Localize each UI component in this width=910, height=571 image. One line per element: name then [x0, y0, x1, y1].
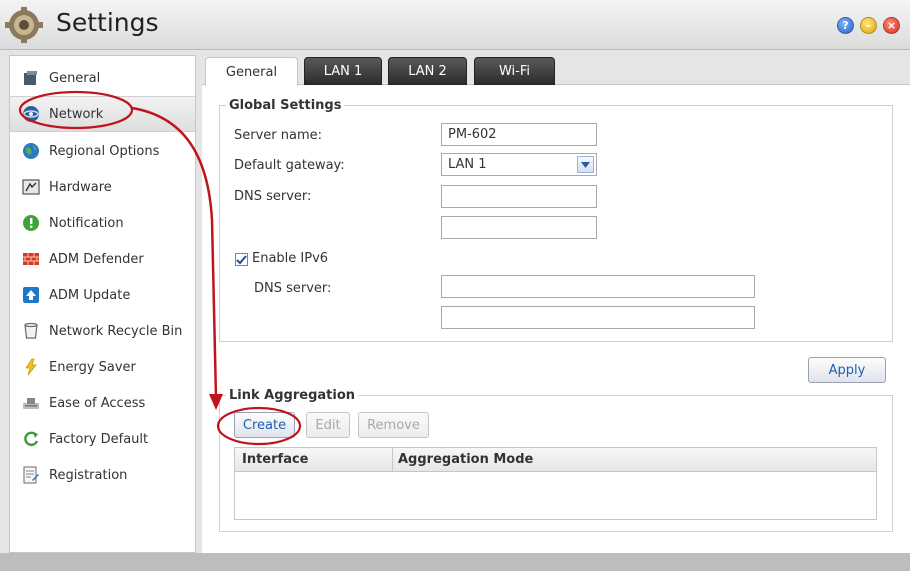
sidebar-item-label: ADM Update [49, 287, 131, 303]
window-title: Settings [56, 8, 159, 37]
hardware-icon [22, 178, 40, 196]
notification-icon [22, 214, 40, 232]
sidebar-item-adm-defender[interactable]: ADM Defender [10, 241, 195, 277]
column-header-aggregation-mode[interactable]: Aggregation Mode [398, 452, 533, 467]
help-icon[interactable]: ? [837, 17, 854, 34]
ipv6-dns-server-input-2[interactable] [441, 306, 755, 329]
sidebar-item-label: Energy Saver [49, 359, 136, 375]
sidebar-item-energy-saver[interactable]: Energy Saver [10, 349, 195, 385]
sidebar-item-label: Notification [49, 215, 124, 231]
dns-server-input-1[interactable] [441, 185, 597, 208]
sidebar-item-label: Registration [49, 467, 128, 483]
enable-ipv6-checkbox[interactable] [235, 253, 248, 266]
sidebar-item-network[interactable]: Network [10, 96, 195, 132]
sidebar-item-label: Regional Options [49, 143, 160, 159]
sidebar-item-general[interactable]: General [10, 60, 195, 96]
sidebar-item-ease-of-access[interactable]: Ease of Access [10, 385, 195, 421]
tab-general[interactable]: General [205, 57, 298, 86]
general-icon [22, 69, 40, 87]
table-header: Interface Aggregation Mode [235, 448, 876, 472]
window-controls: ? – × [837, 17, 900, 34]
globe-icon [22, 142, 40, 160]
sidebar-item-label: Ease of Access [49, 395, 146, 411]
sidebar-item-adm-update[interactable]: ADM Update [10, 277, 195, 313]
sidebar-item-label: Hardware [49, 179, 112, 195]
dns-server-input-2[interactable] [441, 216, 597, 239]
column-divider [392, 448, 393, 472]
default-gateway-label: Default gateway: [234, 158, 345, 173]
access-icon [22, 394, 40, 412]
reset-icon [22, 430, 40, 448]
sidebar-item-label: Factory Default [49, 431, 149, 447]
column-header-interface[interactable]: Interface [242, 452, 309, 467]
checkmark-icon [236, 254, 247, 264]
sidebar-item-factory-default[interactable]: Factory Default [10, 421, 195, 457]
recycle-bin-icon [22, 322, 40, 340]
global-settings-title: Global Settings [229, 98, 342, 113]
close-icon[interactable]: × [883, 17, 900, 34]
aggregation-table: Interface Aggregation Mode [234, 447, 877, 520]
tab-lan-1[interactable]: LAN 1 [304, 57, 382, 85]
firewall-icon [22, 250, 40, 268]
apply-button[interactable]: Apply [808, 357, 886, 383]
remove-button[interactable]: Remove [358, 412, 429, 438]
ipv6-dns-server-input-1[interactable] [441, 275, 755, 298]
dns-server-label: DNS server: [234, 189, 312, 204]
sidebar-item-label: Network [49, 106, 104, 122]
edit-button[interactable]: Edit [306, 412, 350, 438]
settings-gear-icon [5, 7, 43, 43]
sidebar-item-network-recycle-bin[interactable]: Network Recycle Bin [10, 313, 195, 349]
title-bar: Settings ? – × [0, 0, 910, 50]
create-button[interactable]: Create [234, 412, 295, 438]
server-name-label: Server name: [234, 128, 323, 143]
sidebar-item-label: ADM Defender [49, 251, 144, 267]
sidebar: General Network Regional Options Hardwar… [9, 55, 196, 553]
sidebar-item-hardware[interactable]: Hardware [10, 169, 195, 205]
tab-wifi[interactable]: Wi-Fi [474, 57, 555, 85]
link-aggregation-title: Link Aggregation [229, 388, 356, 403]
window-status-strip [0, 553, 910, 571]
default-gateway-select[interactable]: LAN 1 [441, 153, 597, 176]
update-icon [22, 286, 40, 304]
minimize-icon[interactable]: – [860, 17, 877, 34]
tab-lan-2[interactable]: LAN 2 [388, 57, 467, 85]
network-icon [22, 105, 40, 123]
chevron-down-icon[interactable] [577, 156, 594, 173]
default-gateway-value: LAN 1 [448, 157, 487, 172]
registration-icon [22, 466, 40, 484]
sidebar-item-registration[interactable]: Registration [10, 457, 195, 493]
server-name-input[interactable] [441, 123, 597, 146]
sidebar-item-label: General [49, 70, 101, 86]
energy-icon [22, 358, 40, 376]
sidebar-item-regional-options[interactable]: Regional Options [10, 133, 195, 169]
sidebar-item-label: Network Recycle Bin [49, 323, 183, 339]
sidebar-item-notification[interactable]: Notification [10, 205, 195, 241]
ipv6-dns-server-label: DNS server: [254, 281, 332, 296]
enable-ipv6-label: Enable IPv6 [252, 251, 329, 266]
